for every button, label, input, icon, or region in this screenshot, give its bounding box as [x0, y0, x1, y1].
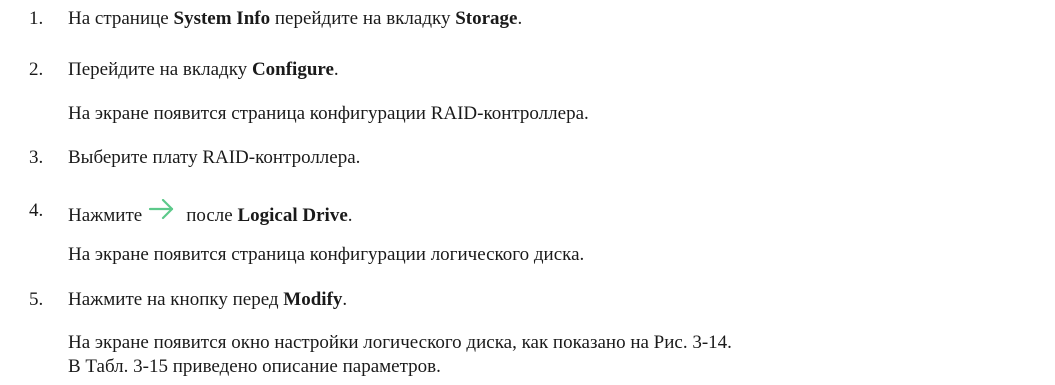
step-2-prefix: Перейдите на вкладку — [68, 59, 252, 80]
step-3-text: Выберите плату RAID-контроллера. — [68, 147, 361, 168]
step-2-text: Перейдите на вкладку Configure. — [68, 58, 339, 82]
step-5-note-line-1: На экране появится окно настройки логиче… — [68, 332, 732, 353]
step-4-suffix: . — [347, 205, 353, 226]
step-5-note-line-2: В Табл. 3-15 приведено описание параметр… — [68, 356, 441, 377]
instruction-document: 1. На странице System Info перейдите на … — [0, 0, 1055, 385]
step-1-number: 1. — [29, 8, 44, 29]
step-5-bold-modify: Modify — [283, 289, 343, 310]
step-2-note: На экране появится страница конфигурации… — [68, 103, 589, 124]
step-1-bold-storage: Storage — [455, 8, 518, 29]
step-3-number: 3. — [29, 147, 44, 168]
step-1-suffix: . — [517, 8, 523, 29]
step-4-number: 4. — [29, 200, 44, 221]
step-5-prefix: Нажмите на кнопку перед — [68, 289, 284, 310]
step-4-bold-logical-drive: Logical Drive — [237, 205, 348, 226]
arrow-right-icon — [146, 199, 176, 223]
step-5-text: Нажмите на кнопку перед Modify. — [68, 288, 347, 312]
step-1-middle: перейдите на вкладку — [270, 8, 456, 29]
step-1-prefix: На странице — [68, 8, 174, 29]
step-5-number: 5. — [29, 289, 44, 310]
step-2-suffix: . — [333, 59, 339, 80]
step-4-prefix: Нажмите — [68, 205, 143, 226]
step-4-note: На экране появится страница конфигурации… — [68, 244, 585, 265]
step-4-middle: после — [186, 205, 238, 226]
step-1-text: На странице System Info перейдите на вкл… — [68, 7, 522, 31]
step-4-text: Нажмите после Logical Drive. — [68, 199, 353, 228]
step-2-bold-configure: Configure — [251, 59, 334, 80]
step-2-number: 2. — [29, 59, 44, 80]
step-1-bold-system-info: System Info — [173, 8, 271, 29]
step-5-suffix: . — [342, 289, 348, 310]
